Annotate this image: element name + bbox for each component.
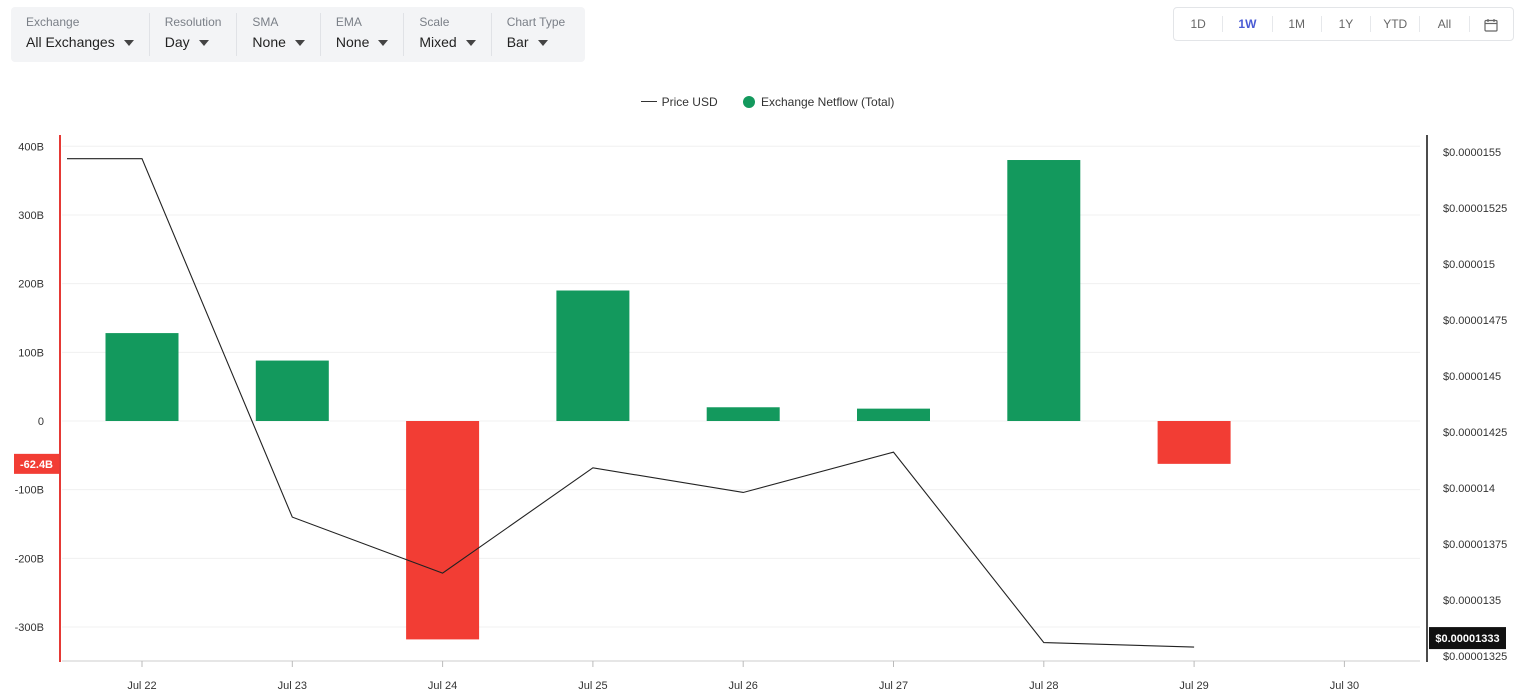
netflow-chart: 400B 300B 200B 100B 0 -100B -200B -300B $0.00001… [14,135,1507,692]
left-tick-label: 400B [18,141,44,153]
x-tick-label: Jul 28 [1029,680,1058,692]
left-tick-label: -200B [15,553,44,565]
x-tick-label: Jul 22 [127,680,156,692]
netflow-bar [1007,160,1081,422]
price-marker-label: $0.00001333 [1435,633,1499,645]
netflow-bar [1157,421,1231,464]
left-tick-label: 300B [18,210,44,222]
left-tick-label: 100B [18,347,44,359]
right-tick-label: $0.00001475 [1443,315,1507,327]
left-tick-label: -300B [15,622,44,634]
right-tick-label: $0.0000135 [1443,595,1501,607]
x-tick-label: Jul 27 [879,680,908,692]
netflow-bar [706,407,780,421]
right-tick-label: $0.00001425 [1443,427,1507,439]
right-tick-label: $0.00001375 [1443,539,1507,551]
right-tick-label: $0.000014 [1443,483,1495,495]
netflow-bar [556,290,630,421]
right-tick-label: $0.0000145 [1443,371,1501,383]
right-tick-label: $0.00001325 [1443,651,1507,663]
netflow-bar [105,333,179,421]
netflow-bar [255,360,329,421]
netflow-bar [857,408,930,421]
left-tick-label: -100B [15,485,44,497]
left-tick-label: 0 [38,416,44,428]
right-tick-label: $0.0000155 [1443,147,1501,159]
x-tick-label: Jul 24 [428,680,457,692]
netflow-marker-label: -62.4B [20,459,53,471]
right-tick-label: $0.000015 [1443,259,1495,271]
right-tick-label: $0.00001525 [1443,203,1507,215]
netflow-bar [406,421,480,640]
x-tick-label: Jul 23 [278,680,307,692]
left-tick-label: 200B [18,279,44,291]
x-tick-label: Jul 26 [729,680,758,692]
x-tick-label: Jul 25 [578,680,607,692]
x-tick-label: Jul 29 [1179,680,1208,692]
x-tick-label: Jul 30 [1330,680,1359,692]
